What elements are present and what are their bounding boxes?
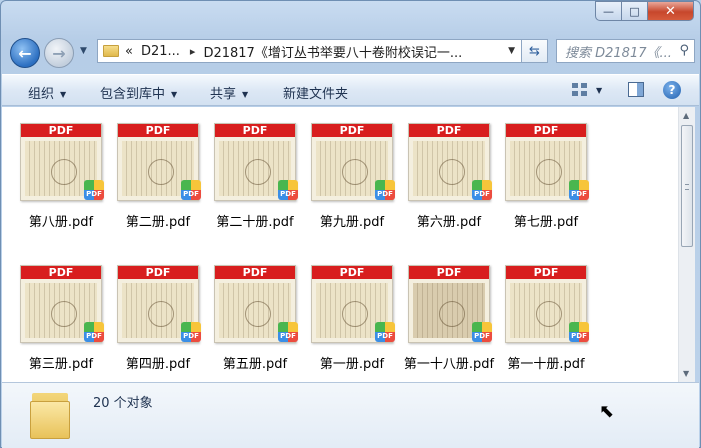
file-name[interactable]: 第八册.pdf: [8, 211, 114, 230]
file-item[interactable]: PDF PDF 第七册.pdf: [493, 113, 589, 235]
file-item[interactable]: PDF PDF 第四册.pdf: [105, 255, 201, 377]
pdf-badge-icon: PDF: [472, 180, 492, 200]
pdf-badge-icon: PDF: [569, 322, 589, 342]
search-input[interactable]: 搜索 D21817《... ⚲: [556, 39, 695, 63]
file-name[interactable]: 第一十八册.pdf: [396, 353, 502, 372]
forward-button[interactable]: →: [44, 38, 74, 68]
folder-icon: [103, 45, 119, 57]
file-name[interactable]: 第四册.pdf: [105, 353, 211, 372]
pdf-thumb-label: PDF: [409, 266, 489, 279]
explorer-window: — □ ✕ ← → ▼ « D21... ▸ D21817《增订丛书举要八十卷附…: [0, 0, 701, 448]
file-item[interactable]: PDF PDF 第八册.pdf: [8, 113, 104, 235]
file-item[interactable]: PDF PDF 第二十册.pdf: [202, 113, 298, 235]
chevron-down-icon: ▼: [60, 90, 67, 99]
scrollbar-thumb[interactable]: [681, 125, 693, 247]
pdf-thumb-label: PDF: [118, 124, 198, 137]
pdf-badge-icon: PDF: [375, 322, 395, 342]
address-segment-parent[interactable]: D21...: [141, 44, 180, 59]
change-view-icon[interactable]: [572, 83, 588, 97]
pdf-badge-icon: PDF: [84, 180, 104, 200]
item-count: 20 个对象: [93, 396, 153, 411]
pdf-thumb-label: PDF: [215, 124, 295, 137]
file-item[interactable]: PDF PDF 第六册.pdf: [396, 113, 492, 235]
chevron-down-icon: ▼: [171, 90, 178, 99]
file-name[interactable]: 第六册.pdf: [396, 211, 502, 230]
recent-pages-dropdown[interactable]: ▼: [80, 46, 87, 56]
file-name[interactable]: 第九册.pdf: [299, 211, 405, 230]
address-bar[interactable]: « D21... ▸ D21817《增订丛书举要八十卷附校误记一... ▼: [97, 39, 522, 63]
file-name[interactable]: 第一十册.pdf: [493, 353, 599, 372]
new-folder-button[interactable]: 新建文件夹: [283, 83, 348, 102]
pdf-badge-icon: PDF: [181, 180, 201, 200]
address-dropdown-icon[interactable]: ▼: [508, 46, 515, 56]
file-item[interactable]: PDF PDF 第一十八册.pdf: [396, 255, 494, 377]
address-overflow[interactable]: «: [125, 44, 133, 59]
include-label: 包含到库中: [100, 87, 166, 102]
address-segment-current[interactable]: D21817《增订丛书举要八十卷附校误记一...: [203, 42, 462, 61]
pdf-badge-icon: PDF: [472, 322, 492, 342]
file-item[interactable]: PDF PDF 第五册.pdf: [202, 255, 298, 377]
back-button[interactable]: ←: [10, 38, 40, 68]
scroll-up-icon[interactable]: ▲: [683, 111, 689, 120]
pdf-badge-icon: PDF: [278, 180, 298, 200]
file-name[interactable]: 第一册.pdf: [299, 353, 405, 372]
close-button[interactable]: ✕: [648, 1, 694, 21]
mouse-cursor-icon: ⬉: [599, 401, 615, 422]
pdf-thumb-label: PDF: [506, 266, 586, 279]
share-menu[interactable]: 共享 ▼: [210, 83, 248, 102]
minimize-button[interactable]: —: [595, 1, 622, 21]
file-name[interactable]: 第二册.pdf: [105, 211, 211, 230]
refresh-button[interactable]: ⇆: [522, 39, 548, 63]
maximize-button[interactable]: □: [622, 1, 648, 21]
file-item[interactable]: PDF PDF 第九册.pdf: [299, 113, 395, 235]
file-item[interactable]: PDF PDF 第一十册.pdf: [493, 255, 589, 377]
pdf-thumb-label: PDF: [215, 266, 295, 279]
pdf-thumb-label: PDF: [118, 266, 198, 279]
file-name[interactable]: 第二十册.pdf: [202, 211, 308, 230]
include-in-library-menu[interactable]: 包含到库中 ▼: [100, 83, 177, 102]
pdf-badge-icon: PDF: [375, 180, 395, 200]
scroll-down-icon[interactable]: ▼: [683, 369, 689, 378]
pdf-badge-icon: PDF: [278, 322, 298, 342]
pdf-thumb-label: PDF: [21, 124, 101, 137]
command-bar: 组织 ▼ 包含到库中 ▼ 共享 ▼ 新建文件夹 ▼ ?: [2, 74, 699, 106]
search-icon[interactable]: ⚲: [679, 43, 689, 58]
pdf-thumb-label: PDF: [312, 124, 392, 137]
organize-menu[interactable]: 组织 ▼: [28, 83, 66, 102]
organize-label: 组织: [28, 87, 55, 102]
details-pane: 20 个对象: [2, 382, 699, 448]
file-item[interactable]: PDF PDF 第二册.pdf: [105, 113, 201, 235]
pdf-thumb-label: PDF: [312, 266, 392, 279]
pdf-badge-icon: PDF: [181, 322, 201, 342]
chevron-down-icon: ▼: [242, 90, 249, 99]
pdf-thumb-label: PDF: [21, 266, 101, 279]
pdf-badge-icon: PDF: [569, 180, 589, 200]
file-item[interactable]: PDF PDF 第一册.pdf: [299, 255, 395, 377]
pdf-badge-icon: PDF: [84, 322, 104, 342]
folder-icon: [30, 391, 72, 439]
file-name[interactable]: 第七册.pdf: [493, 211, 599, 230]
pdf-thumb-label: PDF: [506, 124, 586, 137]
help-icon[interactable]: ?: [663, 81, 681, 99]
file-item[interactable]: PDF PDF 第三册.pdf: [8, 255, 104, 377]
vertical-scrollbar[interactable]: ▲ ▼: [678, 107, 695, 382]
file-name[interactable]: 第三册.pdf: [8, 353, 114, 372]
caption-buttons: — □ ✕: [595, 1, 694, 21]
preview-pane-icon[interactable]: [628, 82, 644, 97]
share-label: 共享: [210, 87, 237, 102]
grip-icon: [685, 184, 689, 190]
breadcrumb-chevron-icon[interactable]: ▸: [190, 45, 196, 58]
search-placeholder: 搜索 D21817《...: [565, 45, 672, 61]
pdf-thumb-label: PDF: [409, 124, 489, 137]
file-list[interactable]: PDF PDF 第八册.pdf PDF PDF 第二册.pdf PDF PDF …: [2, 107, 678, 382]
view-dropdown-icon[interactable]: ▼: [596, 86, 602, 95]
file-name[interactable]: 第五册.pdf: [202, 353, 308, 372]
